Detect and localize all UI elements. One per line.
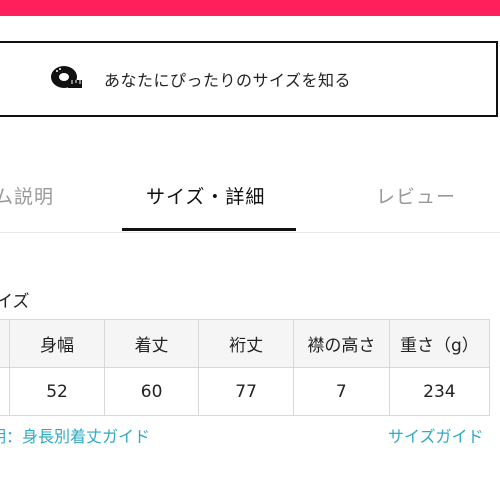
table-header-cell: 重さ（g） (388, 319, 491, 368)
size-finder-label: あなたにぴったりのサイズを知る (104, 71, 352, 90)
table-cell: 60 (103, 367, 200, 416)
tab-reviews[interactable]: レビュー (376, 182, 456, 209)
table-header-row: 身幅 着丈 裄丈 襟の高さ 重さ（g） (0, 319, 491, 368)
section-title: イズ (0, 292, 30, 312)
active-tab-indicator (122, 228, 296, 231)
table-cell: 7 (292, 367, 390, 416)
table-header-cell: 裄丈 (198, 319, 294, 368)
accent-bar (0, 0, 500, 16)
product-detail-page: あなたにぴったりのサイズを知る ム説明 サイズ・詳細 レビュー イズ 身幅 着丈… (0, 0, 500, 500)
size-guide-link[interactable]: サイズガイド (388, 423, 484, 447)
table-header-cell: 襟の高さ (292, 319, 390, 368)
table-cell: 234 (388, 367, 491, 416)
tape-measure-icon (51, 66, 82, 88)
tab-item-description[interactable]: ム説明 (0, 182, 54, 209)
tabs-divider (0, 232, 500, 233)
height-length-guide-link[interactable]: 明：身長別着丈ガイド (0, 423, 150, 447)
size-finder-button[interactable]: あなたにぴったりのサイズを知る (0, 41, 498, 117)
table-cell: 77 (198, 367, 294, 416)
table-header-cell: 着丈 (103, 319, 200, 368)
size-table: 身幅 着丈 裄丈 襟の高さ 重さ（g） 52 60 77 7 234 (0, 319, 491, 416)
table-cell: 52 (9, 367, 105, 416)
table-header-cell (0, 319, 11, 368)
table-row: 52 60 77 7 234 (0, 367, 491, 416)
table-cell (0, 367, 11, 416)
tab-size-details[interactable]: サイズ・詳細 (146, 182, 265, 209)
table-header-cell: 身幅 (9, 319, 105, 368)
detail-tabs: ム説明 サイズ・詳細 レビュー (0, 176, 500, 232)
